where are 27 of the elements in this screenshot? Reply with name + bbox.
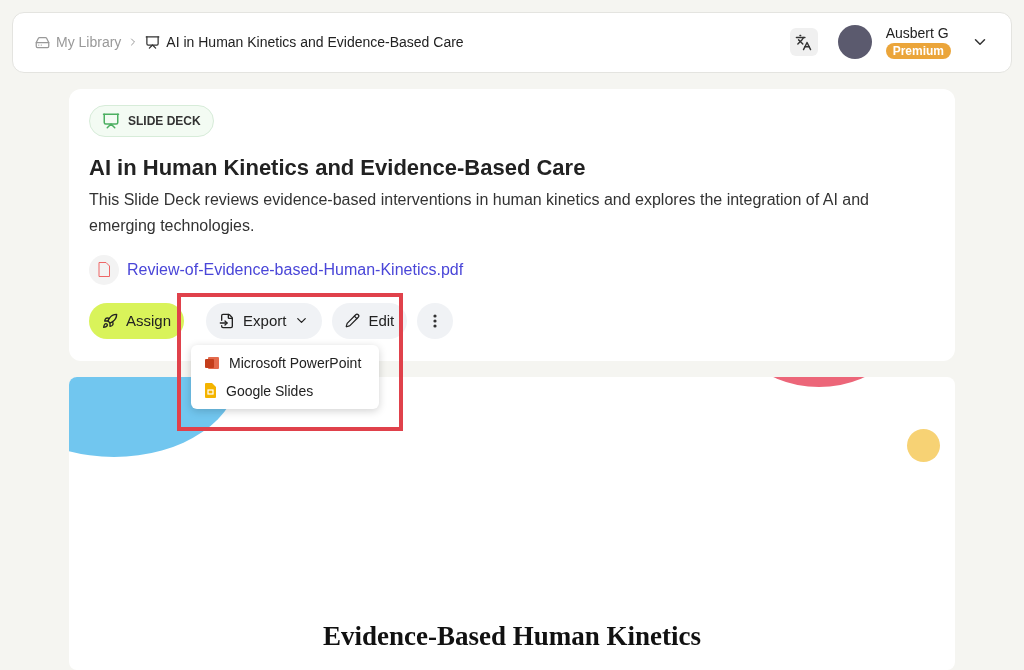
presentation-icon (145, 34, 161, 50)
translate-icon (795, 33, 813, 51)
item-description: This Slide Deck reviews evidence-based interventions in human kinetics and explores the integration of AI and emerging technologies. (89, 189, 870, 236)
pencil-icon (345, 313, 361, 329)
presentation-icon (102, 111, 120, 130)
rocket-icon (102, 312, 118, 329)
breadcrumb-link[interactable]: AI in Human Kinetics and Evidence-Based Care (145, 34, 464, 51)
slides-icon (205, 383, 216, 399)
translate-button[interactable] (789, 28, 818, 57)
dot-shape (907, 428, 940, 462)
avatar[interactable] (837, 25, 872, 60)
powerpoint-icon (205, 355, 219, 370)
export-icon (219, 312, 236, 329)
export-button[interactable]: Export (206, 302, 323, 339)
more-icon (433, 313, 438, 328)
menu-item[interactable]: Microsoft PowerPoint (191, 348, 379, 377)
user-name: Ausbert G (885, 25, 950, 42)
slide-title: Evidence-Based Human Kinetics (323, 621, 701, 652)
assign-button[interactable]: Assign (89, 302, 185, 339)
file-link[interactable]: Review-of-Evidence-based-Human-Kinetics.pdf (127, 260, 464, 279)
menu-item[interactable]: Google Slides (191, 376, 379, 405)
edit-button[interactable]: Edit (332, 302, 408, 339)
premium-badge: Premium (885, 43, 951, 60)
pdf-icon (89, 254, 119, 285)
drive-icon (35, 34, 50, 50)
slide-deck-tag: SLIDE DECK (89, 104, 214, 137)
item-title: AI in Human Kinetics and Evidence-Based Care (89, 154, 587, 181)
